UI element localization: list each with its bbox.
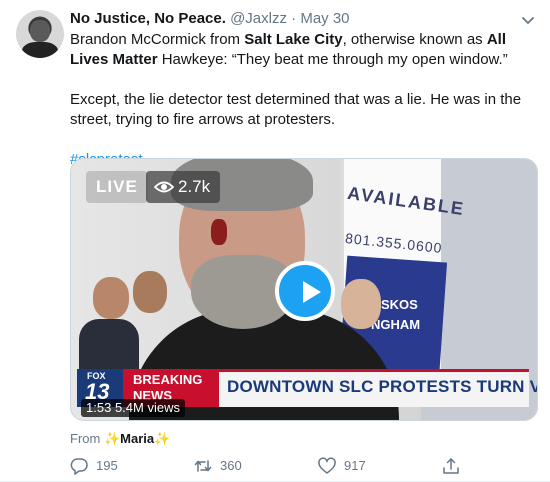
reply-icon [70, 458, 88, 475]
chevron-down-icon[interactable] [520, 12, 536, 28]
video-player[interactable]: AVAILABLE 801.355.0600 SKOS NGHAM LIVE 2… [70, 158, 538, 421]
retweet-count: 360 [220, 458, 242, 473]
like-button[interactable]: 917 [318, 456, 388, 476]
video-duration: 1:53 [86, 400, 112, 415]
retweet-button[interactable]: 360 [194, 456, 274, 476]
eye-icon [154, 181, 174, 193]
tweet-paragraph-1: Brandon McCormick from Salt Lake City, o… [70, 30, 536, 70]
sign-line-1: SKOS [381, 297, 418, 312]
heart-icon [318, 457, 336, 474]
sparkle-icon: ✨ [103, 431, 121, 446]
play-icon [303, 281, 321, 303]
text-segment: Hawkeye: “They beat me through my open w… [157, 51, 508, 68]
tweet-actions: 195 360 917 [70, 456, 470, 476]
breaking-label: BREAKING [133, 372, 203, 387]
video-source: From ✨Maria✨ [70, 430, 170, 448]
separator: · [291, 10, 297, 27]
background-person-head [133, 271, 167, 313]
reply-button[interactable]: 195 [70, 456, 140, 476]
like-count: 917 [344, 458, 366, 473]
live-badge: LIVE [86, 171, 148, 203]
share-button[interactable] [442, 456, 466, 476]
video-total-views: 5.4M views [114, 400, 180, 415]
share-icon [443, 458, 459, 474]
background-person-head [341, 279, 381, 329]
news-headline: DOWNTOWN SLC PROTESTS TURN VIOLENT [227, 377, 537, 396]
tweet[interactable]: No Justice, No Peace. @Jaxlzz · May 30 B… [0, 0, 550, 482]
avatar[interactable] [16, 10, 64, 58]
live-viewers-count: 2.7k [178, 177, 211, 196]
live-viewers-badge: 2.7k [146, 171, 221, 203]
tweet-date[interactable]: May 30 [300, 10, 349, 27]
text-segment: Brandon McCormick from [70, 31, 245, 48]
tweet-header: No Justice, No Peace. @Jaxlzz · May 30 [70, 9, 350, 29]
subject-wound [211, 219, 227, 245]
sign-line-2: NGHAM [371, 317, 421, 332]
text-segment: , otherwise known as [342, 31, 487, 48]
play-button[interactable] [275, 261, 335, 321]
author-handle[interactable]: @Jaxlzz [230, 10, 287, 27]
avatar-face [30, 20, 50, 42]
author-name[interactable]: No Justice, No Peace. [70, 10, 226, 27]
text-bold-location: Salt Lake City [244, 31, 343, 48]
source-from-label: From [70, 431, 101, 446]
avatar-shirt [22, 42, 58, 58]
background-person-head [93, 277, 129, 319]
video-duration-views: 1:53 5.4M views [81, 399, 185, 417]
tweet-paragraph-2: Except, the lie detector test determined… [70, 91, 522, 128]
source-account-link[interactable]: Maria [120, 431, 154, 446]
reply-count: 195 [96, 458, 118, 473]
retweet-icon [194, 460, 212, 472]
sparkle-icon: ✨ [154, 431, 171, 446]
